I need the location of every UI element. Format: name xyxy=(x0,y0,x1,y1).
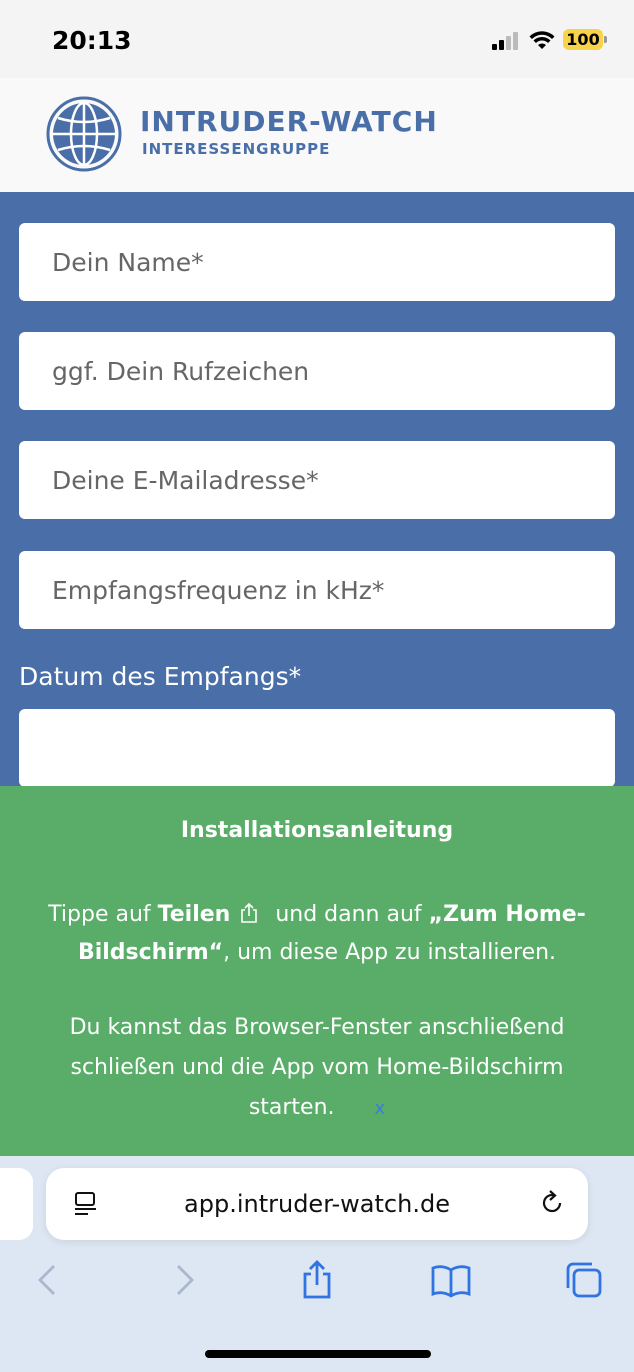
url-text: app.intruder-watch.de xyxy=(184,1190,450,1218)
brand-subtitle: INTERESSENGRUPPE xyxy=(142,140,331,158)
date-label: Datum des Empfangs* xyxy=(19,662,302,691)
status-time: 20:13 xyxy=(52,26,132,55)
home-indicator xyxy=(205,1350,431,1358)
banner-instructions: Tippe auf Teilen und dann auf „Zum Home-… xyxy=(40,896,594,972)
reload-icon[interactable] xyxy=(538,1189,566,1217)
cellular-signal-icon xyxy=(492,32,520,50)
name-input[interactable] xyxy=(19,223,615,301)
banner-note: Du kannst das Browser-Fenster anschließe… xyxy=(40,1008,594,1129)
globe-logo-icon xyxy=(46,96,122,172)
bookmarks-icon[interactable] xyxy=(430,1260,472,1300)
note-text: Du kannst das Browser-Fenster anschließe… xyxy=(69,1015,565,1120)
install-banner: Installationsanleitung Tippe auf Teilen … xyxy=(0,786,634,1156)
share-keyword: Teilen xyxy=(157,902,231,927)
battery-icon: 100 xyxy=(563,29,607,50)
instruction-suffix: , um diese App zu installieren. xyxy=(223,940,557,965)
instruction-prefix: Tippe auf xyxy=(48,902,158,927)
brand-title: INTRUDER-WATCH xyxy=(140,105,438,138)
tabs-icon[interactable] xyxy=(564,1260,604,1300)
browser-toolbar: app.intruder-watch.de xyxy=(0,1156,634,1372)
status-bar: 20:13 100 xyxy=(0,0,634,78)
callsign-input[interactable] xyxy=(19,332,615,410)
wifi-icon xyxy=(529,31,555,49)
address-bar[interactable]: app.intruder-watch.de xyxy=(46,1168,588,1240)
battery-level: 100 xyxy=(566,30,600,49)
instruction-middle: und dann auf xyxy=(268,902,429,927)
email-input[interactable] xyxy=(19,441,615,519)
frequency-input[interactable] xyxy=(19,551,615,629)
date-input[interactable] xyxy=(19,709,615,787)
share-icon xyxy=(241,902,258,923)
banner-title: Installationsanleitung xyxy=(180,818,454,843)
share-button-icon[interactable] xyxy=(299,1260,335,1300)
site-header: INTRUDER-WATCH INTERESSENGRUPPE xyxy=(0,78,634,192)
forward-icon[interactable] xyxy=(166,1260,202,1300)
previous-tab-preview[interactable] xyxy=(0,1168,33,1240)
close-banner-button[interactable]: x xyxy=(375,1098,386,1119)
back-icon[interactable] xyxy=(30,1260,66,1300)
